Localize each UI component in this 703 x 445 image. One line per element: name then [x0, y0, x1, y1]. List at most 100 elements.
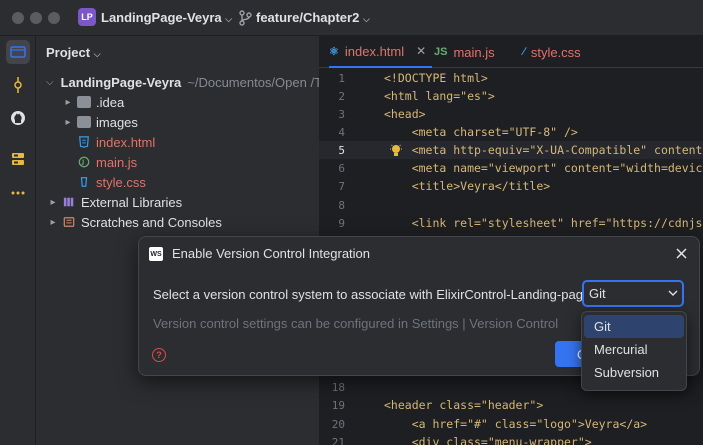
- tree-item-label: LandingPage-Veyra: [60, 74, 182, 90]
- tree-item-label: index.html: [96, 134, 156, 150]
- close-icon[interactable]: [671, 243, 691, 263]
- more-tools-button[interactable]: [6, 181, 30, 205]
- tree-item-label: main.js: [96, 154, 138, 170]
- code-line: <html lang="es">: [384, 89, 495, 103]
- code-line: <title>Veyra</title>: [384, 179, 551, 193]
- vcs-option-subversion[interactable]: Subversion: [584, 361, 684, 384]
- code-line: <meta name="viewport" content="width=dev…: [384, 161, 703, 175]
- vcs-selected-value: Git: [589, 286, 606, 301]
- line-number: 19: [331, 399, 345, 412]
- chevron-down-icon: ⌵: [362, 14, 370, 24]
- structure-icon: [12, 153, 24, 165]
- tree-item-main-js[interactable]: main.js: [36, 152, 319, 172]
- code-line: <meta http-equiv="X-UA-Compatible" conte…: [384, 143, 703, 157]
- chevron-down-icon: [668, 290, 678, 296]
- chevron-right-icon: ▸: [65, 116, 71, 128]
- tree-item-project-root[interactable]: ⌵ LandingPage-Veyra ~/Documentos/Open /T…: [36, 72, 319, 92]
- dialog-title: Enable Version Control Integration: [172, 246, 371, 261]
- tree-item-images[interactable]: ▸ images: [36, 112, 319, 132]
- scratches-icon: [63, 217, 75, 227]
- chevron-right-icon: ▸: [65, 96, 71, 108]
- code-line: <header class="header">: [384, 398, 544, 412]
- editor-tabs: ⚛ index.html ✕ JS main.js ∕ style.css: [319, 36, 703, 68]
- tree-item-external-libraries[interactable]: ▸ External Libraries: [36, 192, 319, 212]
- project-name: LandingPage-Veyra ⌵: [101, 10, 233, 25]
- tab-style-css[interactable]: ∕ style.css: [523, 36, 581, 68]
- github-tool-button[interactable]: [6, 106, 30, 130]
- structure-tool-button[interactable]: [6, 147, 30, 171]
- tree-item-label: Scratches and Consoles: [81, 214, 222, 230]
- js-icon: JS: [434, 46, 448, 58]
- css-file-icon: [80, 177, 88, 187]
- tab-index-html[interactable]: ⚛ index.html ✕: [329, 36, 433, 68]
- tree-item-label: images: [96, 114, 138, 130]
- title-bar: LP LandingPage-Veyra ⌵ feature/Chapter2 …: [0, 0, 703, 36]
- zoom-window-button[interactable]: [48, 12, 60, 24]
- html-file-icon: [79, 136, 89, 148]
- line-number: 2: [338, 90, 345, 103]
- line-number: 6: [338, 162, 345, 175]
- tab-label: style.css: [530, 44, 581, 60]
- chevron-down-icon: ⌵: [225, 14, 233, 24]
- tree-item-idea[interactable]: ▸ .idea: [36, 92, 319, 112]
- vcs-option-mercurial[interactable]: Mercurial: [584, 338, 684, 361]
- code-line: <link rel="stylesheet" href="https://cdn…: [384, 216, 703, 230]
- tree-item-label: .idea: [96, 94, 125, 110]
- code-line: <head>: [384, 107, 426, 121]
- folder-icon: [77, 116, 91, 128]
- webstorm-icon: WS: [149, 247, 163, 261]
- line-number: 18: [331, 381, 345, 394]
- line-number: 7: [338, 180, 345, 193]
- html-icon: ⚛: [329, 45, 339, 58]
- line-number: 8: [338, 199, 345, 212]
- line-number: 20: [331, 418, 345, 431]
- github-icon: [11, 111, 25, 125]
- line-number: 5: [338, 144, 345, 157]
- line-number: 4: [338, 126, 345, 139]
- vcs-prompt: Select a version control system to assoc…: [153, 287, 594, 302]
- vcs-option-git[interactable]: Git: [584, 315, 684, 338]
- tree-item-scratches[interactable]: ▸ Scratches and Consoles: [36, 212, 319, 232]
- vcs-select[interactable]: Git: [582, 280, 684, 307]
- tree-item-style-css[interactable]: style.css: [36, 172, 319, 192]
- css-icon: ∕: [523, 46, 525, 58]
- help-icon[interactable]: ?: [152, 348, 166, 362]
- chevron-down-icon: ⌵: [46, 76, 54, 88]
- tree-item-label: style.css: [96, 174, 146, 190]
- folder-icon: [10, 46, 26, 58]
- chevron-right-icon: ▸: [50, 196, 56, 208]
- project-path: ~/Documentos/Open /Tra: [187, 74, 319, 90]
- code-line: <a href="#" class="logo">Veyra</a>: [384, 417, 648, 431]
- settings-hint: Version control settings can be configur…: [153, 316, 559, 331]
- project-tool-button[interactable]: [6, 40, 30, 64]
- commit-tool-button[interactable]: [6, 73, 30, 97]
- close-tab-icon[interactable]: ✕: [416, 44, 426, 58]
- lightbulb-icon[interactable]: [390, 144, 402, 158]
- commit-icon: [14, 77, 22, 93]
- chevron-right-icon: ▸: [50, 216, 56, 228]
- code-line: <div class="menu-wrapper">: [384, 435, 592, 445]
- more-icon: [11, 191, 25, 195]
- code-line: <!DOCTYPE html>: [384, 71, 488, 85]
- branch-name: feature/Chapter2 ⌵: [256, 10, 370, 25]
- project-badge: LP: [78, 8, 96, 26]
- vcs-dropdown: Git Mercurial Subversion: [581, 311, 687, 391]
- tab-main-js[interactable]: JS main.js: [434, 36, 495, 68]
- code-line: <meta charset="UTF-8" />: [384, 125, 578, 139]
- line-number: 9: [338, 217, 345, 230]
- git-branch-icon: [239, 10, 252, 26]
- tool-window-strip: [0, 36, 36, 445]
- minimize-window-button[interactable]: [30, 12, 42, 24]
- close-window-button[interactable]: [12, 12, 24, 24]
- line-number: 1: [338, 72, 345, 85]
- tab-label: main.js: [453, 44, 495, 60]
- folder-icon: [77, 96, 91, 108]
- tab-label: index.html: [344, 43, 405, 59]
- chevron-down-icon: ⌵: [93, 49, 101, 59]
- library-icon: [63, 197, 74, 207]
- line-number: 3: [338, 108, 345, 121]
- tree-item-label: External Libraries: [81, 194, 183, 210]
- project-panel-title[interactable]: Project ⌵: [46, 45, 101, 60]
- tree-item-index-html[interactable]: index.html: [36, 132, 319, 152]
- line-number: 21: [331, 436, 345, 445]
